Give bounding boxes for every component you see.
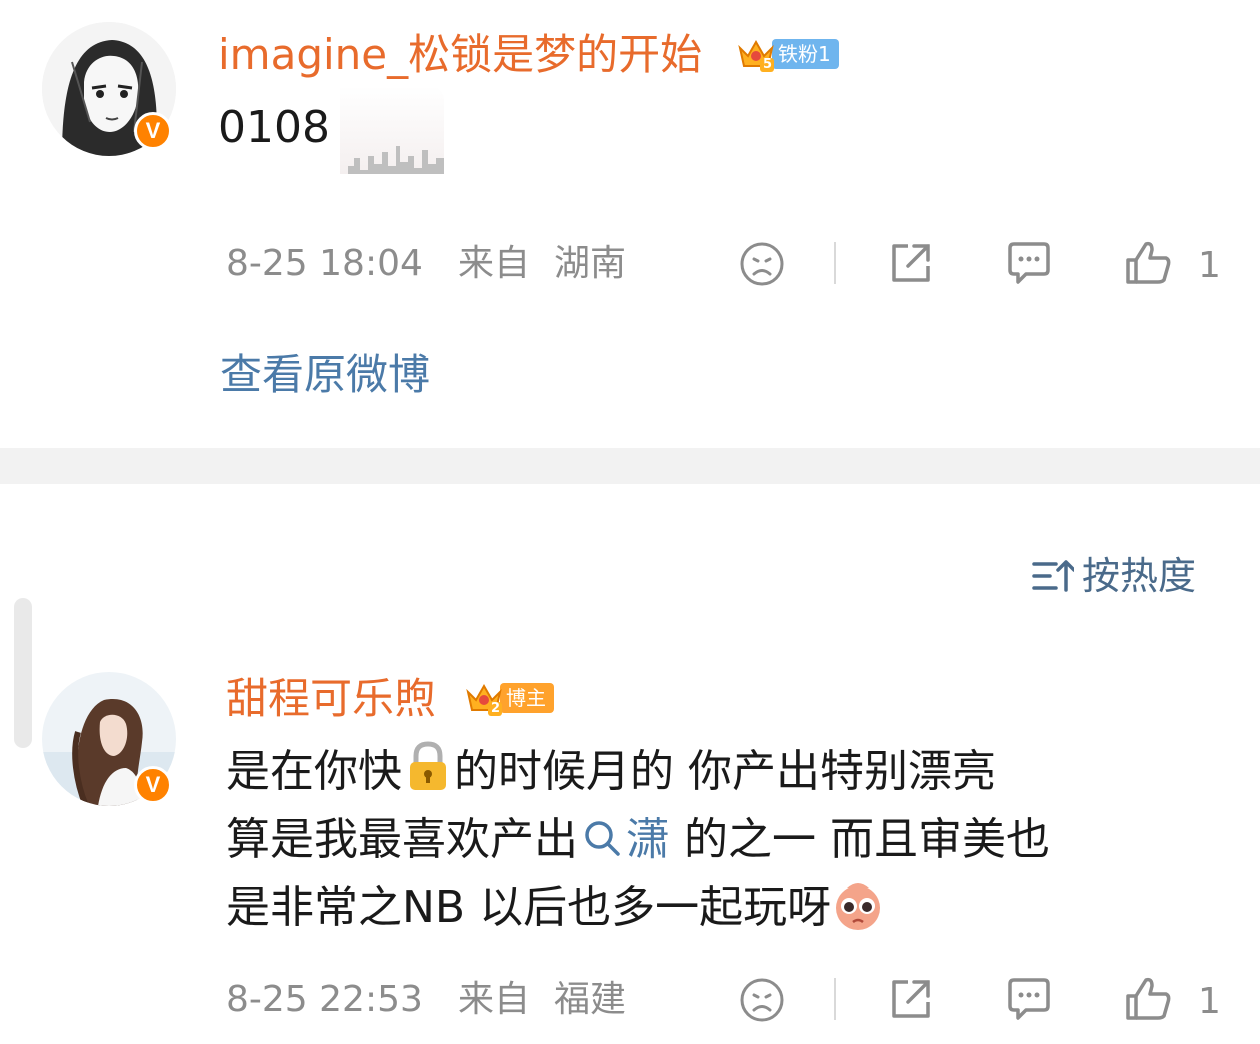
source-label: 来自 xyxy=(458,979,531,1020)
comment-text: 0108 xyxy=(218,102,330,153)
text-segment: 算是我最喜欢产出 xyxy=(226,814,578,865)
section-divider xyxy=(0,448,1260,484)
comment-date: 8-25 22:53 xyxy=(226,979,423,1020)
like-count: 1 xyxy=(1198,981,1221,1022)
comment-image-thumbnail[interactable] xyxy=(340,86,444,174)
lock-emoji-icon xyxy=(404,740,452,812)
badge-label: 博主 xyxy=(500,683,554,713)
comment-icon[interactable] xyxy=(1004,238,1054,292)
text-segment: 是非常之NB 以后也多一起玩呀 xyxy=(226,882,832,933)
sad-face-icon[interactable] xyxy=(738,240,786,292)
search-icon xyxy=(582,810,622,878)
comment-date: 8-25 18:04 xyxy=(226,243,423,284)
share-icon[interactable] xyxy=(886,238,936,292)
view-original-link[interactable]: 查看原微博 xyxy=(220,354,430,396)
username[interactable]: 甜程可乐煦 xyxy=(226,678,436,720)
badge-label: 铁粉1 xyxy=(772,39,839,69)
sort-icon xyxy=(1032,560,1074,592)
fan-badge[interactable]: 5 铁粉1 xyxy=(736,38,839,72)
thumbs-up-icon[interactable] xyxy=(1124,238,1174,292)
sort-label: 按热度 xyxy=(1082,554,1197,598)
comment-text-line: 算是我最喜欢产出 潇 的之一 而且审美也 xyxy=(226,806,1050,878)
username[interactable]: imagine_松锁是梦的开始 xyxy=(218,34,702,76)
comment-icon[interactable] xyxy=(1004,974,1054,1028)
divider xyxy=(834,242,836,284)
scrollbar[interactable] xyxy=(14,598,32,748)
location: 湖南 xyxy=(554,243,627,284)
crying-emoji-icon xyxy=(833,878,883,952)
like-count: 1 xyxy=(1198,245,1221,286)
verified-icon: V xyxy=(134,112,172,150)
crown-icon: 5 xyxy=(736,34,776,74)
fan-badge[interactable]: 2 博主 xyxy=(464,682,554,716)
crown-icon: 2 xyxy=(464,678,504,718)
text-segment: 的时候月的 你产出特别漂亮 xyxy=(454,746,996,797)
sort-button[interactable]: 按热度 xyxy=(1032,556,1196,596)
text-segment: 的之一 而且审美也 xyxy=(670,814,1050,865)
badge-level: 5 xyxy=(763,57,773,72)
divider xyxy=(834,978,836,1020)
comment-text-line: 是非常之NB 以后也多一起玩呀 xyxy=(226,874,883,952)
badge-level: 2 xyxy=(491,701,501,716)
verified-icon: V xyxy=(134,766,172,804)
location: 福建 xyxy=(554,979,627,1020)
comment-text-line: 是在你快 的时候月的 你产出特别漂亮 xyxy=(226,738,996,812)
topic-text: 潇 xyxy=(626,814,670,865)
sad-face-icon[interactable] xyxy=(738,976,786,1028)
search-topic-link[interactable]: 潇 xyxy=(578,814,670,865)
share-icon[interactable] xyxy=(886,974,936,1028)
source-label: 来自 xyxy=(458,243,531,284)
text-segment: 是在你快 xyxy=(226,746,402,797)
thumbs-up-icon[interactable] xyxy=(1124,974,1174,1028)
